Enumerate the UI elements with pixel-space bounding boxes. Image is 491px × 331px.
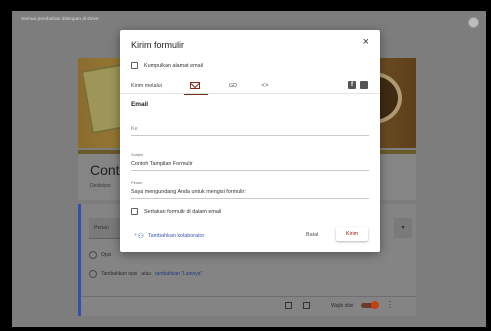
send-via-row: Kirim melalui GD <> f bbox=[131, 79, 369, 95]
send-button[interactable]: Kirim bbox=[336, 227, 368, 241]
required-toggle[interactable] bbox=[371, 301, 379, 309]
message-label: Pesan bbox=[131, 180, 143, 185]
email-section-title: Email bbox=[131, 101, 149, 108]
trash-icon[interactable] bbox=[303, 302, 310, 309]
copy-icon[interactable] bbox=[285, 302, 292, 309]
include-form-row: Sertakan formulir di dalam email bbox=[131, 208, 221, 215]
to-placeholder: Ke bbox=[131, 126, 138, 132]
subject-value: Contoh Tampilan Formulir bbox=[131, 161, 193, 167]
send-form-dialog: Kirim formulir × Kumpulkan alamat email … bbox=[120, 30, 380, 252]
add-option-link[interactable]: Tambahkan opsi bbox=[101, 271, 137, 277]
add-other-link[interactable]: tambahkan "Lainnya" bbox=[155, 271, 202, 277]
add-collaborator-button[interactable]: ⁺⚇ Tambahkan kolaborator bbox=[134, 232, 204, 240]
dialog-title: Kirim formulir bbox=[131, 40, 184, 50]
more-vert-icon[interactable]: ⋮ bbox=[386, 300, 394, 309]
message-value: Saya mengundang Anda untuk mengisi formu… bbox=[131, 189, 246, 195]
facebook-icon[interactable]: f bbox=[348, 81, 356, 89]
save-status: Semua perubahan disimpan di Drive bbox=[21, 17, 99, 22]
option-label[interactable]: Opsi bbox=[101, 252, 111, 258]
message-field[interactable]: Pesan Saya mengundang Anda untuk mengisi… bbox=[131, 180, 369, 199]
email-icon bbox=[190, 82, 200, 89]
collect-email-label: Kumpulkan alamat email bbox=[144, 62, 204, 69]
question-type-dropdown[interactable]: ▾ bbox=[394, 218, 412, 238]
to-field[interactable]: Ke bbox=[131, 122, 369, 136]
close-icon[interactable]: × bbox=[363, 36, 369, 48]
form-title[interactable]: Cont bbox=[90, 162, 120, 178]
tab-embed[interactable]: <> bbox=[255, 79, 275, 93]
radio-icon bbox=[89, 251, 97, 259]
form-description[interactable]: Deskripsi bbox=[90, 183, 111, 189]
embed-icon: <> bbox=[261, 83, 269, 89]
collect-email-row: Kumpulkan alamat email bbox=[131, 62, 203, 69]
subject-field[interactable]: Subjek Contoh Tampilan Formulir bbox=[131, 152, 369, 171]
cancel-button[interactable]: Batal bbox=[306, 232, 318, 238]
required-label: Wajib diisi bbox=[331, 303, 354, 309]
radio-icon bbox=[89, 270, 97, 278]
subject-label: Subjek bbox=[131, 152, 144, 157]
option-row: Opsi bbox=[89, 251, 111, 259]
add-option-row: Tambahkan opsi atau tambahkan "Lainnya" bbox=[89, 270, 202, 278]
question-title-label: Pertan bbox=[94, 225, 109, 231]
divider bbox=[120, 93, 380, 94]
twitter-icon[interactable] bbox=[360, 81, 368, 89]
add-collaborator-label: Tambahkan kolaborator bbox=[147, 233, 205, 239]
collect-email-checkbox[interactable] bbox=[131, 62, 138, 69]
add-option-or: atau bbox=[141, 271, 152, 277]
add-person-icon: ⁺⚇ bbox=[134, 233, 144, 240]
tab-link[interactable]: GD bbox=[223, 79, 243, 93]
include-form-checkbox[interactable] bbox=[131, 208, 138, 215]
question-footer: Wajib diisi ⋮ bbox=[81, 296, 416, 315]
link-icon: GD bbox=[228, 83, 238, 89]
include-form-label: Sertakan formulir di dalam email bbox=[144, 208, 222, 215]
send-via-label: Kirim melalui bbox=[131, 83, 162, 89]
palette-icon[interactable] bbox=[468, 17, 479, 28]
